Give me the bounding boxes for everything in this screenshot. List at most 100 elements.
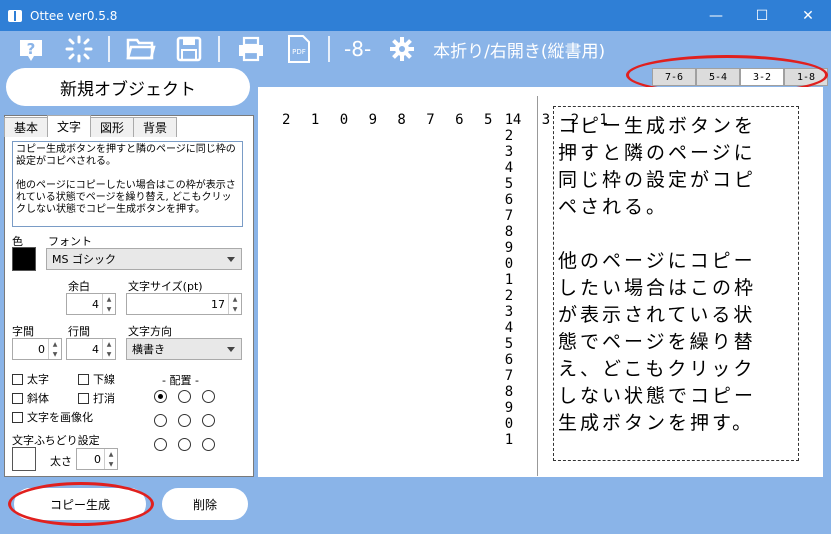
row-number: 3 [504, 304, 514, 320]
pdf-icon[interactable]: PDF [282, 32, 316, 66]
tab-basic[interactable]: 基本 [4, 117, 49, 137]
title-bar: Ottee ver0.5.8 — ☐ ✕ [0, 0, 831, 31]
bold-label: 太字 [27, 373, 49, 386]
font-value: MS ゴシック [52, 253, 116, 266]
chevron-down-icon [227, 347, 235, 352]
bold-checkbox[interactable]: 太字 [12, 371, 49, 387]
align-bottom-center-radio[interactable] [178, 438, 191, 451]
thickness-value: 0 [94, 452, 101, 466]
row-number: 1 [504, 272, 514, 288]
stepper-arrows-icon[interactable]: ▲ ▼ [102, 294, 115, 314]
checkbox-box [12, 373, 23, 385]
direction-select[interactable]: 横書き [126, 338, 242, 360]
italic-checkbox[interactable]: 斜体 [12, 390, 49, 406]
underline-checkbox[interactable]: 下線 [78, 371, 115, 387]
font-select[interactable]: MS ゴシック [46, 248, 242, 270]
svg-text:?: ? [27, 40, 36, 58]
line-spacing-value: 4 [92, 342, 99, 356]
outline-label: 文字ふちどり設定 [12, 434, 100, 447]
stepper-arrows-icon[interactable]: ▲ ▼ [228, 294, 241, 314]
row-number: 1 [504, 432, 514, 448]
align-top-center-radio[interactable] [178, 390, 191, 403]
char-spacing-label: 字間 [12, 325, 34, 338]
char-spacing-value: 0 [38, 342, 45, 356]
row-number: 4 [504, 160, 514, 176]
align-top-right-radio[interactable] [202, 390, 215, 403]
toolbar-separator [218, 36, 220, 62]
align-middle-left-radio[interactable] [154, 414, 167, 427]
checkbox-box [12, 392, 23, 404]
folder-open-icon[interactable] [124, 32, 158, 66]
row-number: 5 [504, 176, 514, 192]
line-spacing-stepper[interactable]: 4 ▲ ▼ [66, 338, 116, 360]
margin-stepper[interactable]: 4 ▲ ▼ [66, 293, 116, 315]
tab-background[interactable]: 背景 [133, 117, 178, 137]
align-middle-center-radio[interactable] [178, 414, 191, 427]
strike-label: 打消 [93, 392, 115, 405]
align-bottom-left-radio[interactable] [154, 438, 167, 451]
window-title: Ottee ver0.5.8 [30, 8, 118, 23]
font-size-value: 17 [211, 297, 225, 311]
svg-text:PDF: PDF [292, 48, 306, 56]
row-number: 9 [504, 400, 514, 416]
binding-mode-label[interactable]: 本折り/右開き(縦書用) [433, 37, 605, 62]
margin-label: 余白 [68, 280, 90, 293]
help-icon[interactable]: ? [14, 32, 48, 66]
row-number: 6 [504, 352, 514, 368]
tab-text[interactable]: 文字 [47, 115, 92, 137]
checkbox-box [78, 392, 89, 404]
row-number: 4 [504, 320, 514, 336]
font-label: フォント [48, 235, 92, 248]
text-frame[interactable]: コピー生成ボタンを 押すと隣のページに 同じ枠の設定がコピ ペされる。 他のペー… [553, 106, 799, 461]
thickness-label: 太さ [50, 455, 72, 468]
font-size-label: 文字サイズ(pt) [128, 280, 203, 293]
minimize-button[interactable]: — [693, 0, 739, 31]
delete-button[interactable]: 削除 [162, 488, 248, 520]
alignment-label: - 配置 - [162, 374, 199, 387]
font-size-stepper[interactable]: 17 ▲ ▼ [126, 293, 242, 315]
printer-icon[interactable] [234, 32, 268, 66]
page-divider [537, 96, 538, 476]
text-content-input[interactable]: コピー生成ボタンを押すと隣のページに同じ枠の設定がコピペされる。 他のページにコ… [12, 141, 243, 227]
new-object-button[interactable]: 新規オブジェクト [6, 68, 250, 106]
close-button[interactable]: ✕ [785, 0, 831, 31]
row-number: 5 [504, 336, 514, 352]
row-number: 2 [504, 288, 514, 304]
chevron-down-icon [227, 257, 235, 262]
line-spacing-label: 行間 [68, 325, 90, 338]
maximize-button[interactable]: ☐ [739, 0, 785, 31]
strike-checkbox[interactable]: 打消 [78, 390, 115, 406]
window-controls: — ☐ ✕ [693, 0, 831, 31]
rasterize-checkbox[interactable]: 文字を画像化 [12, 409, 93, 425]
gear-icon[interactable] [385, 32, 419, 66]
margin-value: 4 [92, 297, 99, 311]
align-bottom-right-radio[interactable] [202, 438, 215, 451]
thickness-stepper[interactable]: 0 ▲ ▼ [76, 448, 118, 470]
row-number: 7 [504, 208, 514, 224]
align-middle-right-radio[interactable] [202, 414, 215, 427]
text-color-swatch[interactable] [12, 247, 36, 271]
row-number: 9 [504, 240, 514, 256]
stepper-arrows-icon[interactable]: ▲ ▼ [48, 339, 61, 359]
row-number: 8 [504, 224, 514, 240]
direction-value: 横書き [132, 343, 165, 356]
rasterize-label: 文字を画像化 [27, 411, 93, 424]
annotation-oval [8, 482, 154, 526]
stepper-arrows-icon[interactable]: ▲ ▼ [102, 339, 115, 359]
row-number: 2 [504, 128, 514, 144]
tab-shape[interactable]: 図形 [90, 117, 135, 137]
loading-icon[interactable] [62, 32, 96, 66]
row-ruler: 1 2 3 4 5 6 7 8 9 0 1 2 3 4 5 6 7 8 9 0 … [500, 112, 518, 448]
row-number: 6 [504, 192, 514, 208]
row-number: 7 [504, 368, 514, 384]
save-icon[interactable] [172, 32, 206, 66]
page-indicator: -8- [344, 37, 372, 61]
stepper-arrows-icon[interactable]: ▲ ▼ [104, 449, 117, 469]
outline-color-swatch[interactable] [12, 447, 36, 471]
direction-label: 文字方向 [128, 325, 172, 338]
toolbar-separator [108, 36, 110, 62]
char-spacing-stepper[interactable]: 0 ▲ ▼ [12, 338, 62, 360]
row-number: 0 [504, 256, 514, 272]
align-top-left-radio[interactable] [154, 390, 167, 403]
toolbar-separator [328, 36, 330, 62]
